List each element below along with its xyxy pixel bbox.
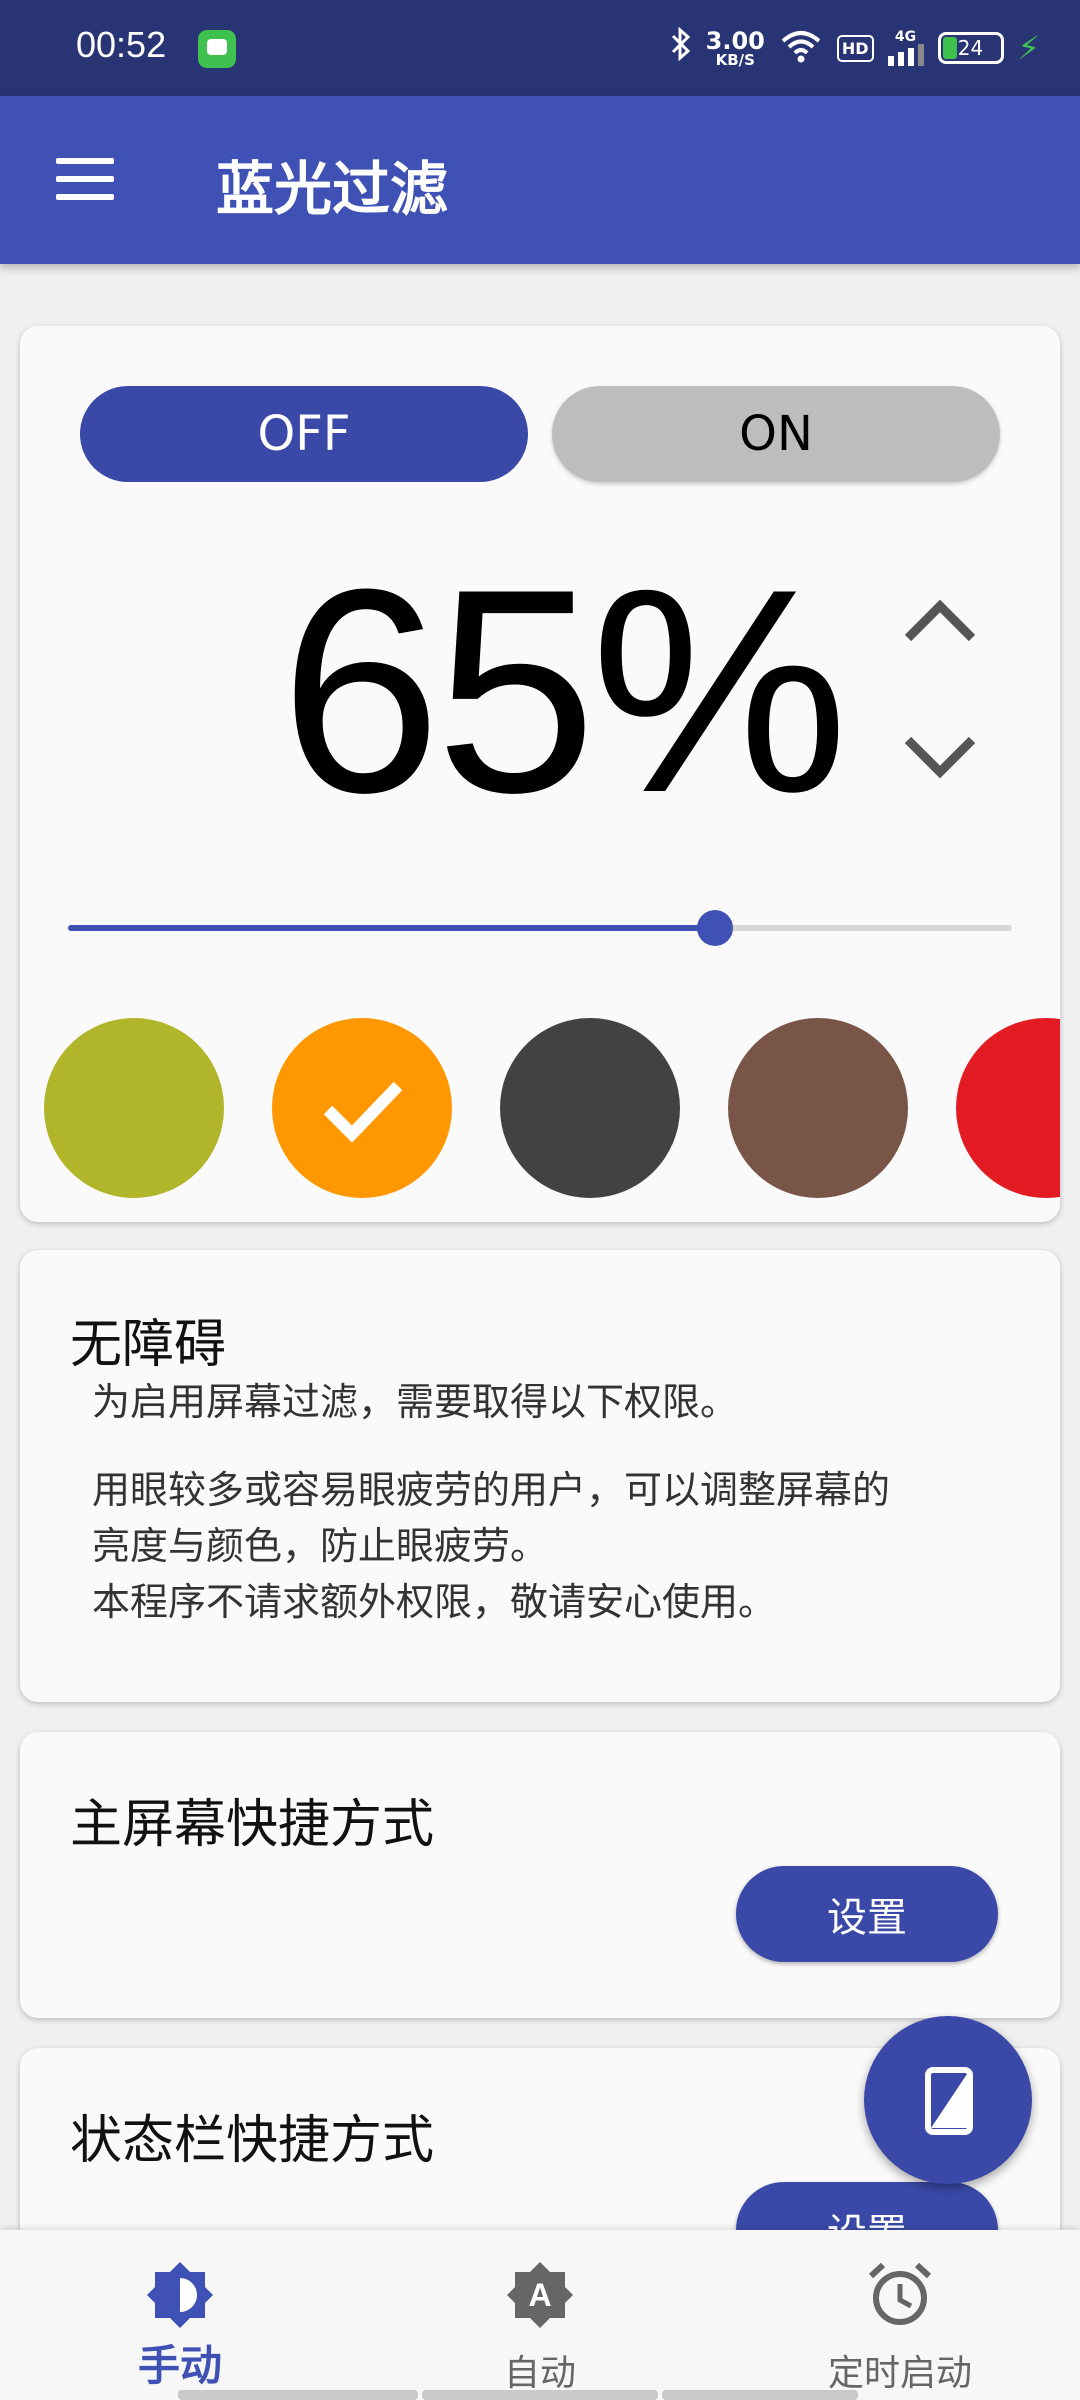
app-bar: 蓝光过滤 [0, 96, 1080, 264]
slider-thumb[interactable] [696, 910, 733, 946]
accessibility-line-3: 亮度与颜色，防止眼疲劳。 [92, 1524, 549, 1568]
chevron-up-icon[interactable] [900, 590, 980, 650]
signal-icon: 4G [887, 30, 924, 66]
accessibility-line-2: 用眼较多或容易眼疲劳的用户，可以调整屏幕的 [92, 1468, 891, 1512]
on-button[interactable]: ON [552, 386, 1000, 482]
status-time: 00:52 [76, 24, 167, 65]
nav-label-auto: 自动 [503, 2353, 576, 2394]
slider-active-track [68, 925, 715, 931]
battery-icon: 24 [937, 32, 1004, 64]
color-swatch-red[interactable] [956, 1018, 1060, 1198]
nav-item-manual[interactable]: 手动 [0, 2230, 360, 2400]
gesture-bar-right [662, 2390, 858, 2400]
color-swatch-dark-gray[interactable] [500, 1018, 680, 1198]
status-shortcut-title: 状态栏快捷方式 [70, 2111, 435, 2171]
network-speed: 3.00 KB/S [705, 26, 765, 69]
accessibility-title: 无障碍 [70, 1315, 227, 1375]
accessibility-card: 无障碍 为启用屏幕过滤，需要取得以下权限。 用眼较多或容易眼疲劳的用户，可以调整… [20, 1250, 1060, 1702]
nav-label-manual: 手动 [137, 2341, 222, 2390]
accessibility-line-1: 为启用屏幕过滤，需要取得以下权限。 [92, 1380, 739, 1424]
gesture-bar-middle [422, 2390, 658, 2400]
home-shortcut-settings-button[interactable]: 设置 [736, 1866, 998, 1962]
status-icons: 3.00 KB/S HD 4G 24 ⚡ [670, 22, 1040, 74]
bottom-navigation: 手动 A 自动 定时启动 [0, 2230, 1080, 2400]
svg-text:A: A [528, 2277, 551, 2313]
home-shortcut-card: 主屏幕快捷方式 设置 [20, 1732, 1060, 2018]
accessibility-line-4: 本程序不请求额外权限，敬请安心使用。 [92, 1580, 777, 1624]
bluetooth-icon [670, 26, 692, 69]
nav-item-auto[interactable]: A 自动 [360, 2230, 720, 2400]
nav-label-schedule: 定时启动 [827, 2353, 972, 2394]
color-swatch-orange[interactable] [272, 1018, 452, 1198]
page-title: 蓝光过滤 [216, 155, 449, 223]
gesture-bar [178, 2390, 418, 2400]
phone-icon [925, 2067, 973, 2135]
auto-brightness-icon: A [507, 2262, 573, 2328]
nav-item-schedule[interactable]: 定时启动 [720, 2230, 1080, 2400]
status-bar: 00:52 3.00 KB/S HD 4G 24 ⚡ [0, 0, 1080, 96]
color-swatch-olive[interactable] [44, 1018, 224, 1198]
color-swatch-brown[interactable] [728, 1018, 908, 1198]
alarm-clock-icon [868, 2262, 932, 2325]
chevron-down-icon[interactable] [900, 728, 980, 788]
menu-icon[interactable] [56, 158, 114, 200]
home-shortcut-title: 主屏幕快捷方式 [70, 1795, 435, 1855]
screen-filter-fab[interactable] [864, 2016, 1032, 2184]
intensity-slider[interactable] [68, 910, 1012, 946]
hd-voice-icon: HD [836, 34, 874, 62]
wifi-icon [779, 29, 823, 67]
filter-card: OFF ON 65% [20, 326, 1060, 1222]
message-app-icon [198, 30, 236, 68]
off-button[interactable]: OFF [80, 386, 528, 482]
charging-icon: ⚡ [1017, 29, 1040, 67]
check-icon [323, 1081, 403, 1143]
intensity-percent: 65% [280, 529, 848, 853]
brightness-icon [147, 2262, 213, 2328]
